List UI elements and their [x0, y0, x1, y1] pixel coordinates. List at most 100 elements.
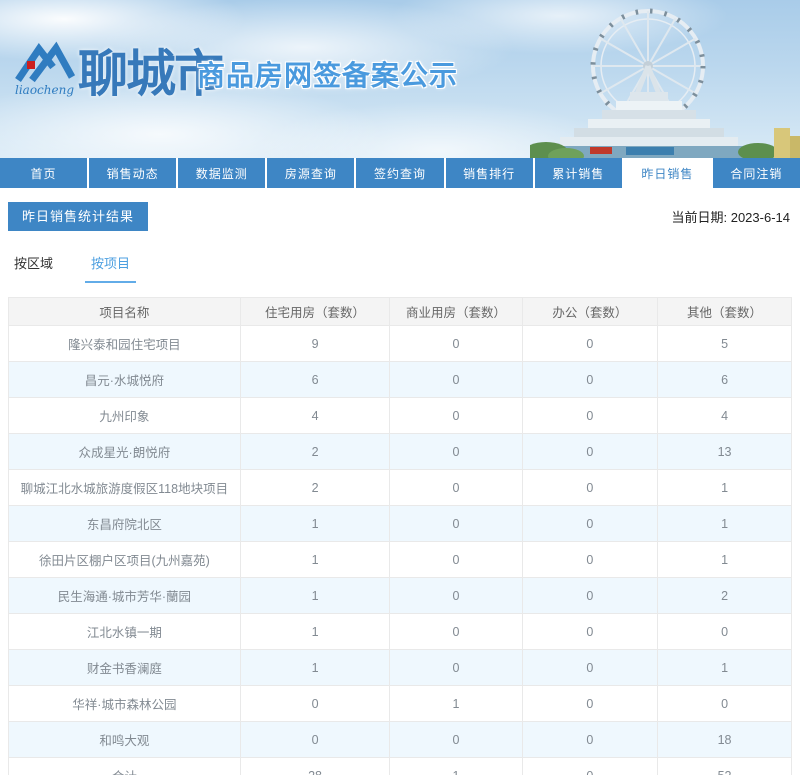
- nav-tab[interactable]: 销售排行: [445, 158, 533, 188]
- nav-tab[interactable]: 房源查询: [267, 158, 355, 188]
- count-cell: 0: [389, 361, 523, 398]
- column-header: 其他（套数）: [657, 297, 792, 326]
- column-header: 项目名称: [8, 297, 241, 326]
- count-cell: 0: [389, 577, 523, 614]
- project-name-cell: 财金书香澜庭: [8, 649, 241, 686]
- logo-m-icon: liaocheng: [15, 41, 76, 97]
- project-name-cell: 东昌府院北区: [8, 505, 241, 542]
- site-subtitle: 商品房网签备案公示: [197, 60, 459, 91]
- project-name-cell: 民生海通·城市芳华·蘭园: [8, 577, 241, 614]
- table-row: 聊城江北水城旅游度假区118地块项目 2 0 0 1: [8, 469, 792, 506]
- count-cell: 0: [657, 613, 792, 650]
- column-header: 住宅用房（套数）: [239, 297, 391, 326]
- table-row: 徐田片区棚户区项目(九州嘉苑) 1 0 0 1: [8, 541, 792, 578]
- ferris-wheel-illustration: [530, 8, 800, 158]
- count-cell: 0: [521, 721, 659, 758]
- count-cell: 2: [657, 577, 792, 614]
- nav-tab[interactable]: 合同注销: [712, 158, 800, 188]
- table-row: 江北水镇一期 1 0 0 0: [8, 613, 792, 650]
- count-cell: 0: [521, 541, 659, 578]
- nav-tab[interactable]: 数据监测: [178, 158, 266, 188]
- count-cell: 52: [657, 757, 792, 775]
- count-cell: 0: [521, 577, 659, 614]
- table-row: 合计281052: [8, 757, 792, 775]
- table-row: 东昌府院北区 1 0 0 1: [8, 505, 792, 542]
- count-cell: 1: [389, 757, 523, 775]
- count-cell: 9: [239, 325, 391, 362]
- table-row: 华祥·城市森林公园 0 1 0 0: [8, 685, 792, 722]
- page-title-badge: 昨日销售统计结果: [8, 202, 149, 231]
- count-cell: 0: [521, 361, 659, 398]
- count-cell: 0: [521, 613, 659, 650]
- count-cell: 1: [239, 541, 391, 578]
- logo-script-text: liaocheng: [15, 83, 74, 97]
- subtab[interactable]: 按区域: [8, 253, 59, 283]
- count-cell: 0: [389, 397, 523, 434]
- count-cell: 0: [521, 649, 659, 686]
- count-cell: 18: [657, 721, 792, 758]
- count-cell: 2: [239, 433, 391, 470]
- count-cell: 6: [239, 361, 391, 398]
- count-cell: 1: [239, 505, 391, 542]
- project-name-cell: 昌元·水城悦府: [8, 361, 241, 398]
- count-cell: 6: [657, 361, 792, 398]
- column-header: 办公（套数）: [521, 297, 659, 326]
- table-row: 昌元·水城悦府 6 0 0 6: [8, 361, 792, 398]
- count-cell: 0: [521, 757, 659, 775]
- count-cell: 0: [239, 721, 391, 758]
- count-cell: 1: [657, 469, 792, 506]
- table-row: 隆兴泰和园住宅项目 9 0 0 5: [8, 325, 792, 362]
- table-row: 众成星光·朗悦府 2 0 0 13: [8, 433, 792, 470]
- project-name-cell: 隆兴泰和园住宅项目: [8, 325, 241, 362]
- project-name-cell: 江北水镇一期: [8, 613, 241, 650]
- table-body: 隆兴泰和园住宅项目 9 0 0 5 昌元·水城悦府 6 0 0 6 九州印象 4 0 0 4 众成星光·朗悦府…: [8, 325, 792, 775]
- current-date-label: 当前日期: 2023-6-14: [671, 210, 791, 225]
- count-cell: 1: [657, 541, 792, 578]
- count-cell: 0: [521, 397, 659, 434]
- subtab[interactable]: 按项目: [85, 253, 137, 283]
- count-cell: 28: [239, 757, 391, 775]
- nav-tab[interactable]: 签约查询: [356, 158, 444, 188]
- project-name-cell: 聊城江北水城旅游度假区118地块项目: [8, 469, 241, 506]
- column-header: 商业用房（套数）: [389, 297, 523, 326]
- table-header-row: 项目名称 住宅用房（套数） 商业用房（套数） 办公（套数） 其他（套数）: [8, 297, 792, 326]
- count-cell: 1: [239, 613, 391, 650]
- count-cell: 1: [657, 649, 792, 686]
- count-cell: 4: [239, 397, 391, 434]
- sales-table: 项目名称 住宅用房（套数） 商业用房（套数） 办公（套数） 其他（套数） 隆兴泰和园住宅…: [8, 297, 792, 775]
- count-cell: 0: [389, 433, 523, 470]
- count-cell: 0: [389, 469, 523, 506]
- count-cell: 1: [389, 685, 523, 722]
- project-name-cell: 徐田片区棚户区项目(九州嘉苑): [8, 541, 241, 578]
- nav-bar: 首页 销售动态 数据监测 房源查询 签约查询 销售排行 累计销售 昨日销售 合同注销: [0, 158, 800, 188]
- count-cell: 1: [657, 505, 792, 542]
- count-cell: 0: [389, 649, 523, 686]
- count-cell: 0: [521, 325, 659, 362]
- nav-tab[interactable]: 累计销售: [534, 158, 622, 188]
- count-cell: 5: [657, 325, 792, 362]
- count-cell: 1: [239, 649, 391, 686]
- count-cell: 0: [389, 613, 523, 650]
- count-cell: 0: [521, 505, 659, 542]
- project-name-cell: 九州印象: [8, 397, 241, 434]
- count-cell: 0: [521, 469, 659, 506]
- count-cell: 0: [657, 685, 792, 722]
- project-name-cell: 和鸣大观: [8, 721, 241, 758]
- count-cell: 0: [389, 505, 523, 542]
- count-cell: 0: [389, 325, 523, 362]
- table-row: 民生海通·城市芳华·蘭园 1 0 0 2: [8, 577, 792, 614]
- header-banner: liaocheng 聊城市 商品房网签备案公示: [0, 0, 800, 158]
- table-row: 财金书香澜庭 1 0 0 1: [8, 649, 792, 686]
- count-cell: 1: [239, 577, 391, 614]
- count-cell: 0: [521, 433, 659, 470]
- nav-tab[interactable]: 昨日销售: [623, 158, 711, 188]
- table-row: 和鸣大观 0 0 0 18: [8, 721, 792, 758]
- nav-tab[interactable]: 销售动态: [89, 158, 177, 188]
- project-name-cell: 华祥·城市森林公园: [8, 685, 241, 722]
- count-cell: 0: [389, 721, 523, 758]
- count-cell: 4: [657, 397, 792, 434]
- count-cell: 0: [521, 685, 659, 722]
- table-row: 九州印象 4 0 0 4: [8, 397, 792, 434]
- nav-tab[interactable]: 首页: [0, 158, 88, 188]
- count-cell: 2: [239, 469, 391, 506]
